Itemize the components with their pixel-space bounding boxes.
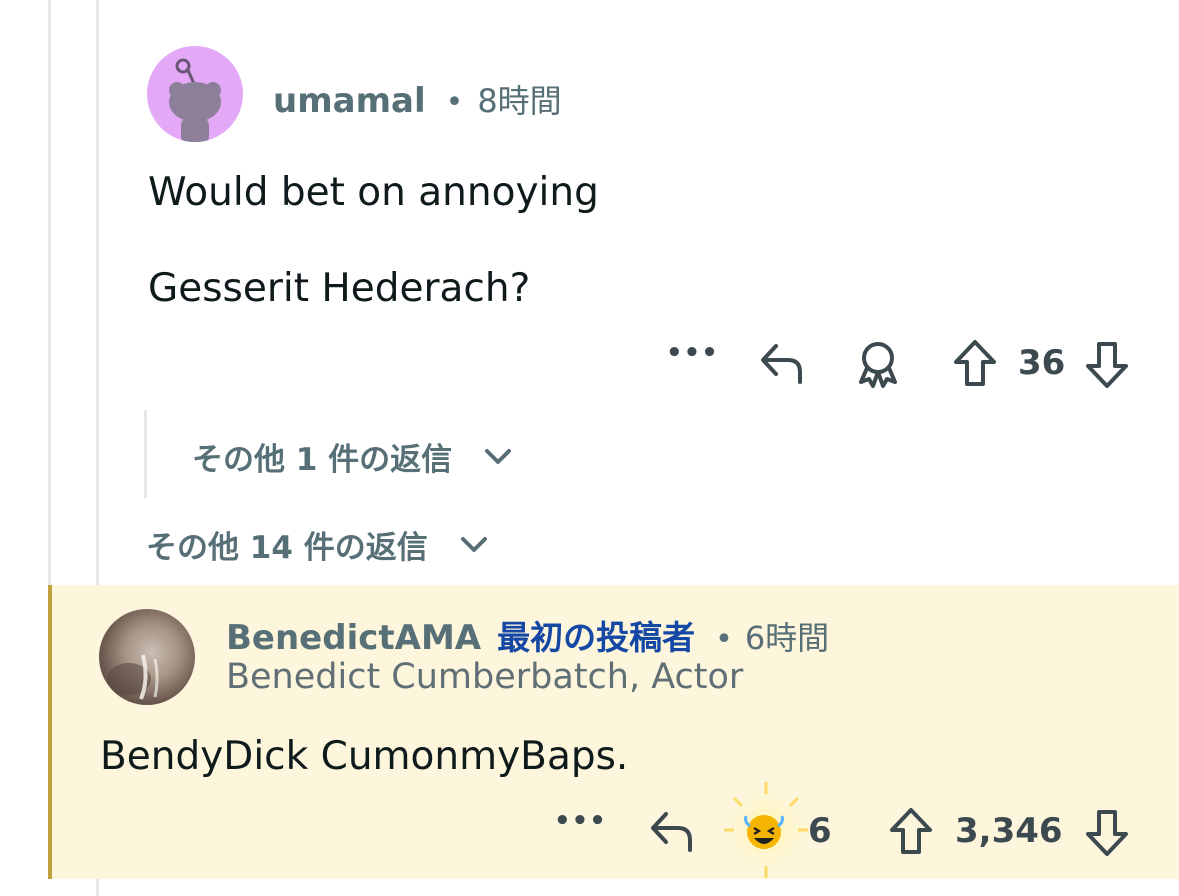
award-button[interactable] bbox=[720, 780, 812, 884]
upvote-arrow-icon bbox=[890, 808, 932, 854]
more-options-button[interactable]: ••• bbox=[554, 806, 607, 836]
username[interactable]: BenedictAMA bbox=[226, 618, 481, 658]
more-replies-label: その他 1 件の返信 bbox=[192, 442, 453, 478]
thread-line-outer bbox=[48, 0, 51, 585]
nested-thread-line bbox=[144, 410, 147, 498]
comment-body-line: Would bet on annoying bbox=[148, 170, 599, 215]
award-count: 6 bbox=[808, 811, 832, 851]
laughing-crying-award-icon bbox=[720, 782, 812, 878]
award-button[interactable] bbox=[853, 338, 903, 392]
reply-button[interactable] bbox=[648, 808, 696, 858]
chevron-down-icon bbox=[485, 448, 512, 464]
upvote-arrow-icon bbox=[954, 340, 996, 386]
op-badge: 最初の投稿者 bbox=[497, 618, 696, 657]
user-photo-icon bbox=[107, 654, 159, 700]
chevron-down-icon bbox=[460, 536, 487, 552]
separator-dot: • bbox=[445, 85, 464, 120]
comment-timestamp: 6時間 bbox=[744, 619, 830, 657]
username[interactable]: umamal bbox=[273, 81, 426, 121]
reply-icon bbox=[651, 812, 692, 852]
comment-body-line: BendyDick CumonmyBaps. bbox=[100, 734, 629, 779]
upvote-button[interactable] bbox=[952, 338, 998, 392]
snoo-avatar-icon bbox=[169, 58, 221, 142]
downvote-button[interactable] bbox=[1084, 340, 1130, 394]
separator-dot: • bbox=[715, 622, 733, 657]
reply-icon bbox=[761, 344, 802, 384]
downvote-arrow-icon bbox=[1086, 810, 1128, 856]
vote-count: 36 bbox=[1018, 343, 1066, 383]
more-options-button[interactable]: ••• bbox=[666, 338, 719, 368]
upvote-button[interactable] bbox=[888, 806, 934, 860]
award-icon bbox=[859, 342, 897, 388]
comment-body-line: Gesserit Hederach? bbox=[148, 266, 531, 311]
more-replies-label: その他 14 件の返信 bbox=[146, 530, 428, 566]
avatar[interactable] bbox=[99, 609, 195, 705]
comment-timestamp: 8時間 bbox=[477, 82, 562, 120]
downvote-arrow-icon bbox=[1086, 342, 1128, 388]
downvote-button[interactable] bbox=[1084, 808, 1130, 862]
more-replies-button[interactable]: その他 1 件の返信 bbox=[192, 434, 514, 479]
comment-header: BenedictAMA 最初の投稿者 • 6時間 bbox=[226, 611, 829, 659]
vote-count: 3,346 bbox=[955, 811, 1063, 851]
avatar[interactable] bbox=[147, 46, 243, 142]
comment-header: umamal • 8時間 bbox=[273, 76, 562, 122]
thread-more-replies-button[interactable]: その他 14 件の返信 bbox=[146, 522, 490, 567]
reply-button[interactable] bbox=[758, 340, 806, 390]
user-flair: Benedict Cumberbatch, Actor bbox=[226, 657, 744, 697]
